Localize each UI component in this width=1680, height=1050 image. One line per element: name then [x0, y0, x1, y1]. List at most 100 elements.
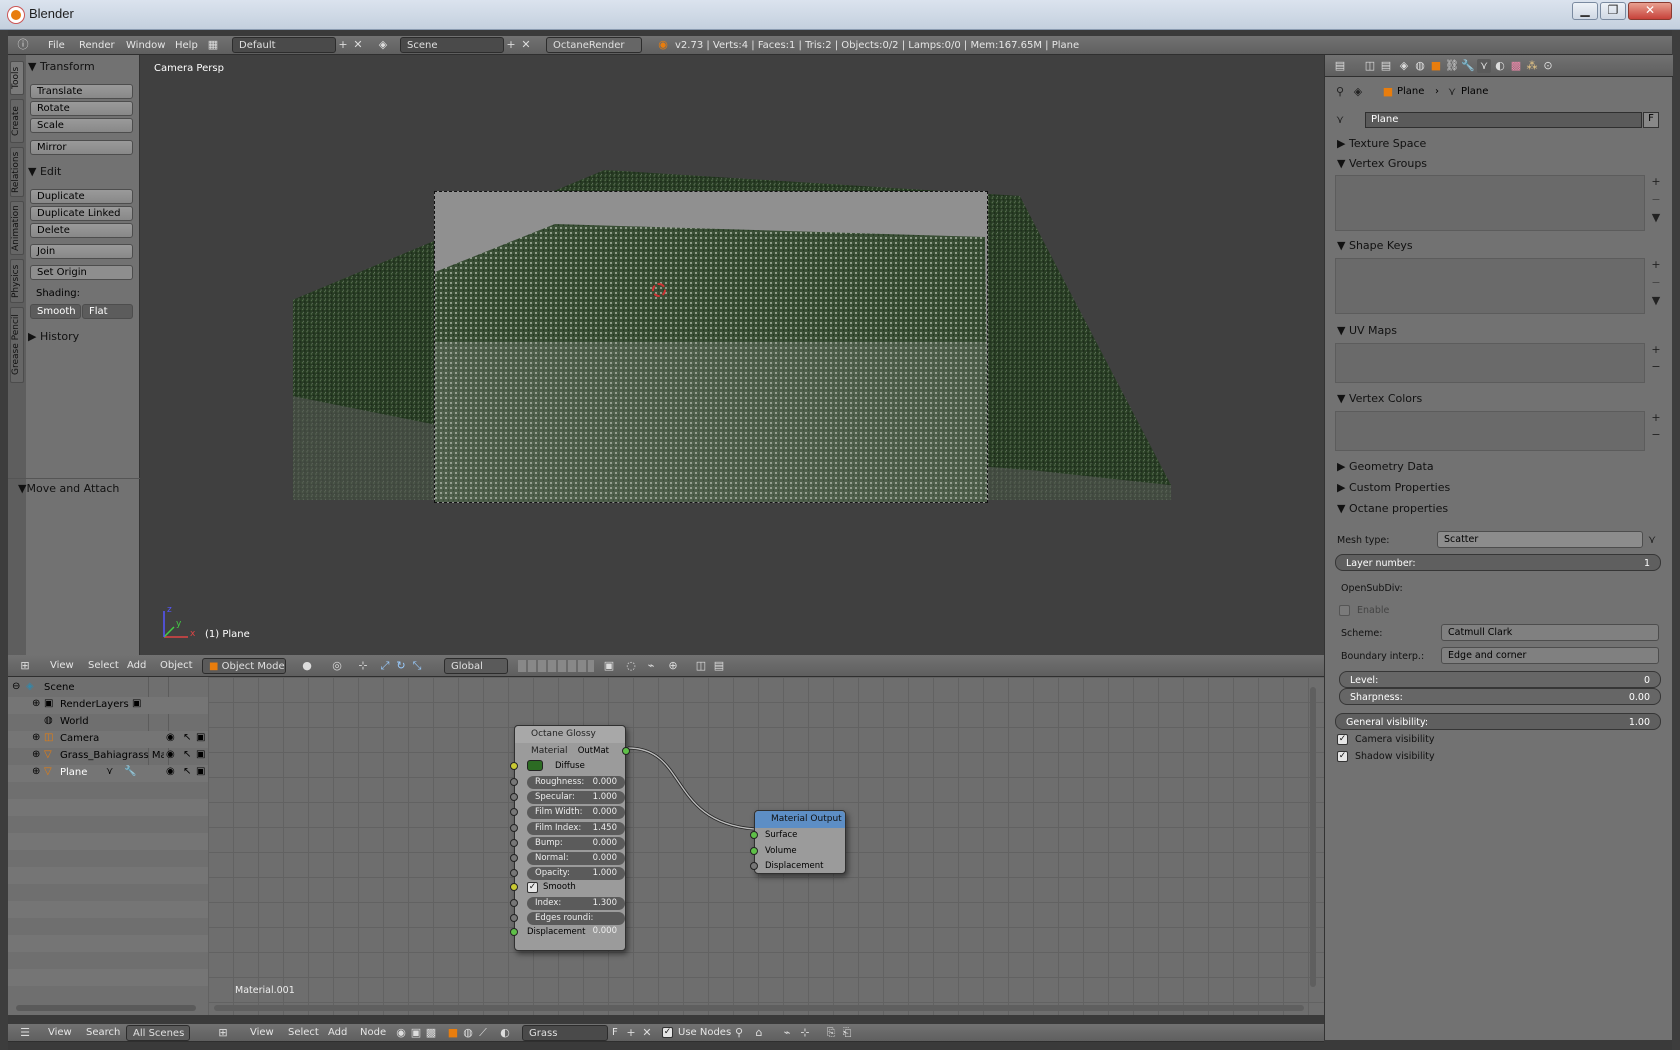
go-parent-icon[interactable]: ⌂ — [752, 1026, 766, 1040]
remove-vertex-color-icon[interactable]: − — [1649, 428, 1663, 442]
outliner-row-grass[interactable]: ⊕ ▽ Grass_Bahiagrass Master◉ ↖ ▣ — [8, 748, 208, 765]
add-shape-key-icon[interactable]: + — [1649, 258, 1663, 272]
displacement-out-socket[interactable] — [750, 862, 758, 870]
breadcrumb-object[interactable]: Plane — [1397, 86, 1424, 97]
maximize-button[interactable]: ❐ — [1600, 2, 1626, 20]
tab-create[interactable]: Create — [10, 99, 24, 143]
shader-nodes-icon[interactable]: ◉ — [394, 1026, 408, 1040]
glossy-param-socket[interactable] — [510, 914, 518, 923]
3d-viewport[interactable]: Camera Persp (1) Plane x y z — [140, 55, 1324, 655]
close-button[interactable]: ✕ — [1628, 2, 1672, 20]
collapse-icon[interactable]: ⊖ — [12, 681, 20, 692]
particles-tab-icon[interactable]: ⁂ — [1525, 59, 1539, 73]
glossy-param-field[interactable]: Film Index: 1.450 — [527, 821, 625, 835]
glossy-param-field[interactable]: Edges roundi: 0.000 — [527, 912, 625, 936]
geometry-data-header[interactable]: ▶ Geometry Data — [1337, 460, 1434, 473]
visibility-eye-icon[interactable]: ◉ — [166, 766, 175, 777]
node-menu-add[interactable]: Add — [328, 1027, 347, 1038]
render-camera-icon[interactable]: ▣ — [196, 732, 205, 743]
translate-manipulator-icon[interactable]: ⤢ — [378, 659, 392, 673]
delete-button[interactable]: Delete — [30, 223, 133, 238]
surface-socket[interactable] — [750, 831, 758, 839]
material-browse-icon[interactable]: ◐ — [498, 1026, 512, 1040]
vertex-groups-list[interactable] — [1335, 175, 1645, 231]
camera-visibility-checkbox[interactable]: ✓ — [1337, 734, 1348, 745]
render-camera-icon[interactable]: ▣ — [196, 766, 205, 777]
uv-maps-header[interactable]: ▼ UV Maps — [1337, 324, 1397, 337]
node-hscrollbar[interactable] — [214, 1005, 1304, 1011]
add-vertex-group-icon[interactable]: + — [1649, 175, 1663, 189]
octane-properties-header[interactable]: ▼ Octane properties — [1337, 502, 1448, 515]
displacement-socket[interactable] — [510, 928, 518, 936]
vertex-colors-header[interactable]: ▼ Vertex Colors — [1337, 392, 1422, 405]
orientation-select[interactable]: Global — [444, 658, 508, 674]
outliner-row-scene[interactable]: ⊖ ◈ Scene — [8, 680, 208, 697]
menu-object[interactable]: Object — [160, 660, 193, 671]
smooth-button[interactable]: Smooth — [30, 304, 81, 319]
node-editor-type-icon[interactable]: ⊞ — [216, 1026, 230, 1040]
select-arrow-icon[interactable]: ↖ — [183, 766, 191, 777]
glossy-param-field[interactable]: Bump: 0.000 — [527, 836, 625, 850]
scene-tab-icon[interactable]: ◈ — [1397, 59, 1411, 73]
duplicate-linked-button[interactable]: Duplicate Linked — [30, 206, 133, 221]
world-shader-icon[interactable]: ◍ — [461, 1026, 475, 1040]
edit-panel-header[interactable]: ▼ Edit — [28, 165, 138, 183]
fake-user-toggle[interactable]: F — [612, 1027, 618, 1038]
glossy-param-socket[interactable] — [510, 869, 518, 878]
tab-grease-pencil[interactable]: Grease Pencil — [10, 307, 24, 383]
glossy-param-socket[interactable] — [510, 838, 518, 847]
flat-button[interactable]: Flat — [82, 304, 133, 319]
tab-animation[interactable]: Animation — [10, 201, 24, 255]
level-field[interactable]: Level: 0 — [1339, 671, 1661, 688]
minimize-button[interactable]: ▁ — [1572, 2, 1598, 20]
manipulator-icon[interactable]: ⊹ — [356, 659, 370, 673]
glossy-param-socket[interactable] — [510, 793, 518, 802]
outliner-menu-search[interactable]: Search — [86, 1027, 120, 1038]
world-tab-icon[interactable]: ◍ — [1413, 59, 1427, 73]
proportional-icon[interactable]: ◌ — [624, 659, 638, 673]
diffuse-socket[interactable] — [510, 762, 518, 770]
render-anim-icon[interactable]: ▤ — [712, 659, 726, 673]
scheme-select[interactable]: Catmull Clark — [1441, 624, 1659, 641]
visibility-eye-icon[interactable]: ◉ — [166, 732, 175, 743]
volume-socket[interactable] — [750, 847, 758, 855]
glossy-param-field[interactable]: Normal: 0.000 — [527, 852, 625, 865]
add-material-icon[interactable]: + — [624, 1026, 638, 1040]
layout-field[interactable]: Default — [232, 37, 336, 53]
breadcrumb-mesh[interactable]: Plane — [1461, 86, 1488, 97]
scene-field[interactable]: Scene — [400, 37, 504, 53]
pin-icon[interactable]: ⚲ — [1333, 85, 1347, 99]
expand-icon[interactable]: ⊕ — [32, 698, 40, 709]
3d-cursor-icon[interactable] — [652, 283, 666, 297]
glossy-param-socket[interactable] — [510, 823, 518, 832]
shadow-visibility-checkbox[interactable]: ✓ — [1337, 751, 1348, 762]
texture-space-header[interactable]: ▶ Texture Space — [1337, 137, 1426, 150]
rotate-manipulator-icon[interactable]: ↻ — [394, 659, 408, 673]
editor-type-icon[interactable]: ⊞ — [18, 659, 32, 673]
rotate-button[interactable]: Rotate — [30, 101, 133, 116]
texture-nodes-icon[interactable]: ▩ — [424, 1026, 438, 1040]
menu-window[interactable]: Window — [126, 40, 165, 51]
line-style-icon[interactable]: ⟋ — [476, 1026, 490, 1040]
glossy-param-field[interactable]: Index: 1.300 — [527, 897, 625, 910]
mesh-type-options-icon[interactable]: ⋎ — [1645, 533, 1659, 547]
add-uv-map-icon[interactable]: + — [1649, 343, 1663, 357]
scale-button[interactable]: Scale — [30, 118, 133, 133]
compositing-nodes-icon[interactable]: ▣ — [409, 1026, 423, 1040]
history-panel-header[interactable]: ▶ History — [28, 330, 138, 348]
render-tab-icon[interactable]: ◫ — [1363, 59, 1377, 73]
outliner-filter-select[interactable]: All Scenes — [126, 1025, 190, 1041]
render-camera-icon[interactable]: ▣ — [196, 749, 205, 760]
expand-icon[interactable]: ⊕ — [32, 766, 40, 777]
general-visibility-field[interactable]: General visibility: 1.00 — [1335, 713, 1661, 730]
modifiers-tab-icon[interactable]: 🔧 — [1461, 59, 1475, 73]
lock-layers-icon[interactable]: ▣ — [602, 659, 616, 673]
render-engine-select[interactable]: OctaneRender — [546, 37, 642, 53]
menu-add[interactable]: Add — [127, 660, 146, 671]
outliner-scrollbar[interactable] — [16, 1005, 196, 1011]
glossy-param-field[interactable]: Film Width: 0.000 — [527, 806, 625, 820]
tab-physics[interactable]: Physics — [10, 259, 24, 303]
outliner-row-camera[interactable]: ⊕ ◫ Camera ◉ ↖ ▣ — [8, 731, 208, 748]
node-menu-select[interactable]: Select — [288, 1027, 319, 1038]
menu-file[interactable]: File — [48, 40, 65, 51]
